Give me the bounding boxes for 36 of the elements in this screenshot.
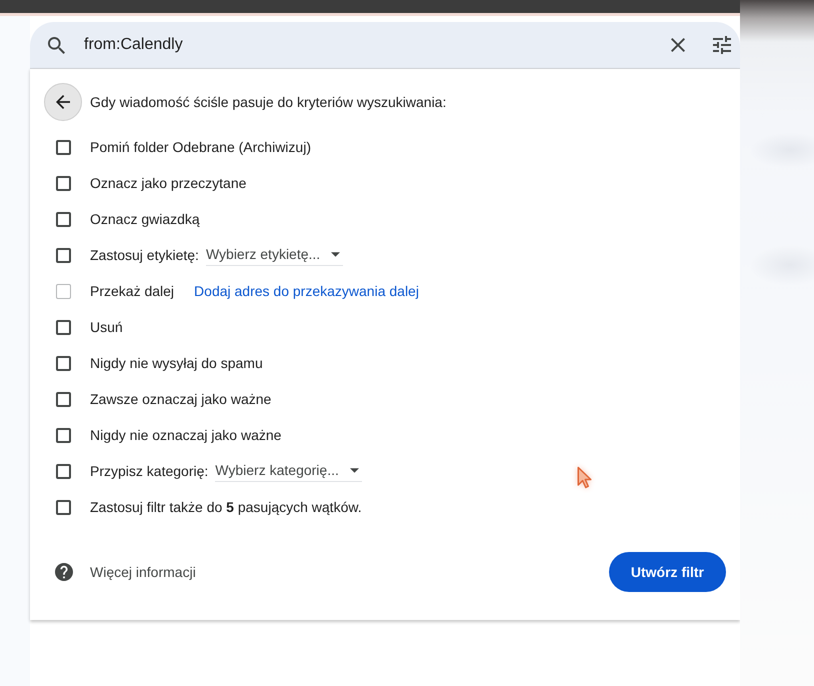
option-label: Zastosuj filtr także do 5 pasujących wątków. bbox=[90, 499, 362, 515]
cursor-icon bbox=[577, 466, 592, 489]
option-label: Zastosuj etykietę: bbox=[90, 247, 199, 263]
option-label: Przypisz kategorię: bbox=[90, 463, 208, 479]
option-label: Usuń bbox=[90, 319, 123, 335]
checkbox[interactable] bbox=[56, 356, 71, 370]
close-icon[interactable] bbox=[671, 38, 685, 52]
panel-heading: Gdy wiadomość ściśle pasuje do kryteriów wyszukiwania: bbox=[90, 94, 446, 110]
option-label: Zawsze oznaczaj jako ważne bbox=[90, 391, 272, 407]
search-field[interactable]: from:Calendly bbox=[30, 22, 740, 68]
help-icon[interactable] bbox=[55, 563, 73, 581]
option-label: Nigdy nie wysyłaj do spamu bbox=[90, 355, 263, 371]
option-label: Pomiń folder Odebrane (Archiwizuj) bbox=[90, 139, 311, 155]
sliders-icon[interactable] bbox=[713, 36, 731, 54]
checkbox[interactable] bbox=[56, 140, 71, 154]
checkbox[interactable] bbox=[56, 500, 71, 514]
checkbox[interactable] bbox=[56, 176, 71, 190]
arrow-left-icon bbox=[56, 95, 70, 109]
back-button[interactable] bbox=[44, 83, 82, 121]
option-label: Nigdy nie oznaczaj jako ważne bbox=[90, 427, 282, 443]
checkbox[interactable] bbox=[56, 320, 71, 334]
option-label: Oznacz jako przeczytane bbox=[90, 175, 246, 191]
dropdown[interactable]: Wybierz etykietę... bbox=[206, 244, 344, 266]
checkbox[interactable] bbox=[56, 392, 71, 406]
option-label: Przekaż dalej bbox=[90, 283, 174, 299]
checkbox[interactable] bbox=[56, 428, 71, 442]
more-info-link[interactable]: Więcej informacji bbox=[90, 564, 196, 580]
search-icon[interactable] bbox=[48, 36, 65, 54]
caret-icon bbox=[331, 252, 340, 256]
dropdown[interactable]: Wybierz kategorię... bbox=[215, 460, 362, 482]
option-label: Oznacz gwiazdką bbox=[90, 211, 200, 227]
checkbox[interactable] bbox=[56, 248, 71, 262]
checkbox[interactable] bbox=[56, 464, 71, 478]
create-filter-button[interactable]: Utwórz filtr bbox=[608, 552, 726, 592]
caret-icon bbox=[350, 468, 359, 472]
checkbox[interactable] bbox=[56, 212, 71, 226]
